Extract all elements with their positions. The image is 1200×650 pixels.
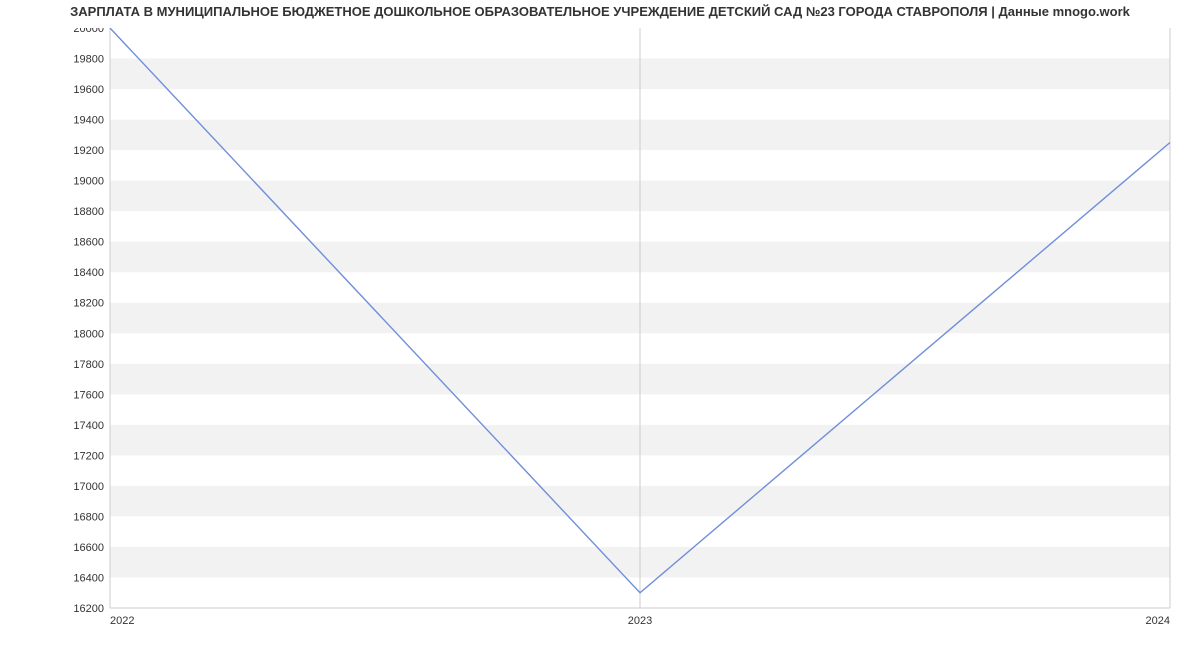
y-tick-label: 19800	[73, 54, 104, 66]
y-tick-label: 17600	[73, 389, 104, 401]
y-tick-label: 17200	[73, 450, 104, 462]
x-tick-label: 2022	[110, 615, 134, 627]
y-tick-label: 18600	[73, 237, 104, 249]
y-tick-label: 19000	[73, 176, 104, 188]
y-tick-label: 20000	[73, 28, 104, 35]
y-tick-label: 19400	[73, 115, 104, 127]
y-tick-label: 16400	[73, 572, 104, 584]
y-tick-label: 19200	[73, 145, 104, 157]
chart-svg: 16200 16400 16600 16800 17000 17200 17400 17600…	[70, 28, 1180, 638]
y-tick-label: 19600	[73, 84, 104, 96]
y-tick-label: 16800	[73, 511, 104, 523]
y-tick-label: 16200	[73, 603, 104, 615]
y-tick-label: 18400	[73, 267, 104, 279]
y-tick-label: 18200	[73, 298, 104, 310]
plot-area: 1620016400166001680017000172001740017600…	[70, 28, 1180, 608]
x-tick-label: 2023	[628, 615, 652, 627]
y-tick-label: 18800	[73, 206, 104, 218]
y-tick-label: 16600	[73, 542, 104, 554]
y-tick-label: 17400	[73, 420, 104, 432]
x-tick-label: 2024	[1146, 615, 1170, 627]
y-tick-label: 18000	[73, 328, 104, 340]
y-tick-label: 17800	[73, 359, 104, 371]
chart-container: ЗАРПЛАТА В МУНИЦИПАЛЬНОЕ БЮДЖЕТНОЕ ДОШКО…	[0, 0, 1200, 650]
y-tick-label: 17000	[73, 481, 104, 493]
chart-title: ЗАРПЛАТА В МУНИЦИПАЛЬНОЕ БЮДЖЕТНОЕ ДОШКО…	[0, 4, 1200, 19]
